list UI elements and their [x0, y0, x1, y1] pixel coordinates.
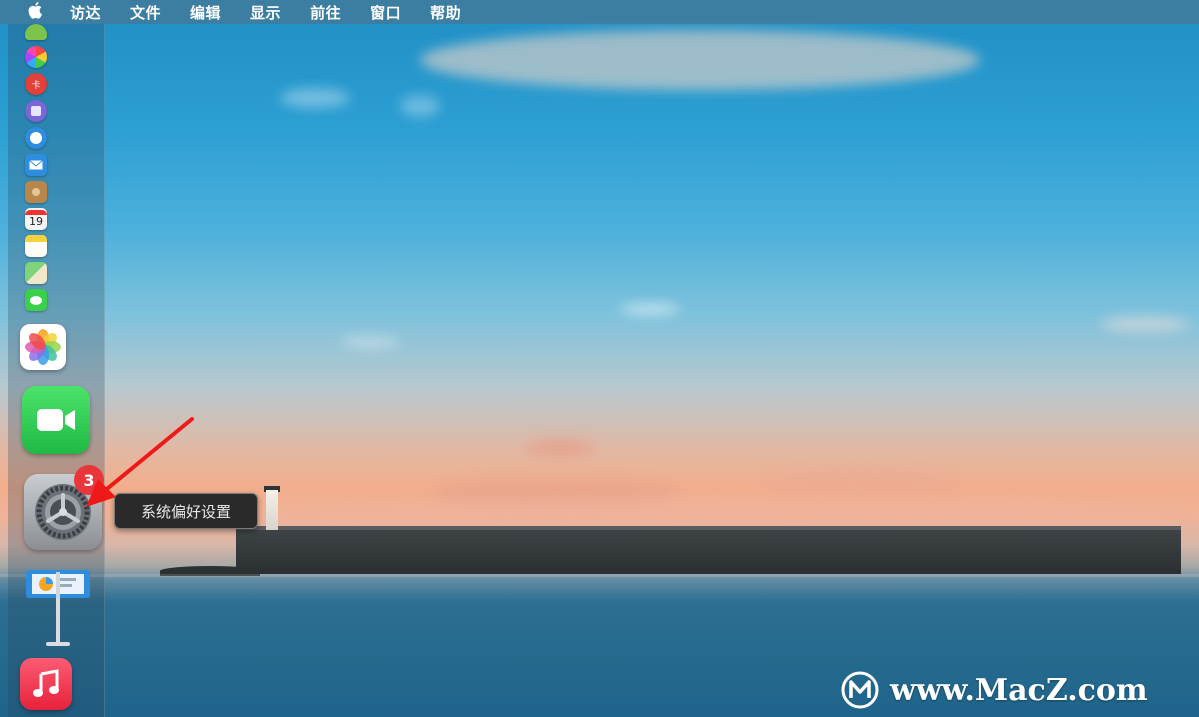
- compass-icon: [30, 132, 42, 144]
- cloud: [1100, 316, 1190, 332]
- disk-icon: [31, 106, 41, 116]
- menu-edit[interactable]: 编辑: [190, 2, 221, 23]
- color-wheel-app-icon[interactable]: [25, 46, 47, 68]
- cloud: [420, 30, 980, 90]
- menu-window[interactable]: 窗口: [370, 2, 401, 23]
- watermark-text: www.MacZ.com: [890, 672, 1148, 708]
- apple-logo-icon: [28, 1, 42, 19]
- person-icon: [32, 188, 40, 196]
- notes-icon[interactable]: [25, 235, 47, 257]
- video-camera-icon: [37, 409, 75, 431]
- cloud: [280, 88, 350, 108]
- cloud: [525, 440, 595, 456]
- messages-icon[interactable]: [25, 289, 47, 311]
- menu-help[interactable]: 帮助: [430, 2, 461, 23]
- purple-app-icon[interactable]: [25, 100, 47, 122]
- dock: 卡 19: [8, 24, 105, 717]
- cloud: [300, 498, 1180, 524]
- calendar-icon[interactable]: 19: [25, 208, 47, 230]
- cloud: [760, 470, 960, 496]
- notes-header: [25, 235, 47, 242]
- pier: [236, 530, 1181, 574]
- music-icon[interactable]: [20, 658, 72, 710]
- flower-icon: [25, 329, 61, 365]
- watermark: www.MacZ.com: [840, 668, 1148, 712]
- menu-go[interactable]: 前往: [310, 2, 341, 23]
- mail-icon[interactable]: [25, 154, 47, 176]
- maps-icon[interactable]: [25, 262, 47, 284]
- sea-edge: [0, 574, 1199, 577]
- calendar-day: 19: [29, 214, 43, 228]
- menu-file[interactable]: 文件: [130, 2, 161, 23]
- apple-icon[interactable]: [20, 1, 52, 24]
- red-arrow-annotation: [86, 417, 194, 507]
- cloud: [340, 335, 400, 349]
- presentation-stand-icon: [26, 570, 90, 646]
- contacts-icon[interactable]: [25, 181, 47, 203]
- android-app-icon[interactable]: [25, 24, 47, 40]
- photos-icon[interactable]: [20, 324, 66, 370]
- music-note-icon: [33, 669, 59, 697]
- menu-bar: 访达 文件 编辑 显示 前往 窗口 帮助: [0, 0, 1199, 24]
- envelope-icon: [29, 160, 43, 170]
- desktop-wallpaper: [0, 0, 1199, 717]
- lighthouse: [266, 490, 278, 530]
- speech-bubble-icon: [30, 295, 42, 305]
- red-app-icon[interactable]: 卡: [25, 73, 47, 95]
- cloud: [400, 95, 440, 117]
- macz-logo-icon: [841, 671, 879, 709]
- menu-view[interactable]: 显示: [250, 2, 281, 23]
- menu-finder[interactable]: 访达: [70, 2, 101, 23]
- cloud: [620, 303, 680, 315]
- keynote-icon[interactable]: [22, 566, 94, 650]
- safari-icon[interactable]: [25, 127, 47, 149]
